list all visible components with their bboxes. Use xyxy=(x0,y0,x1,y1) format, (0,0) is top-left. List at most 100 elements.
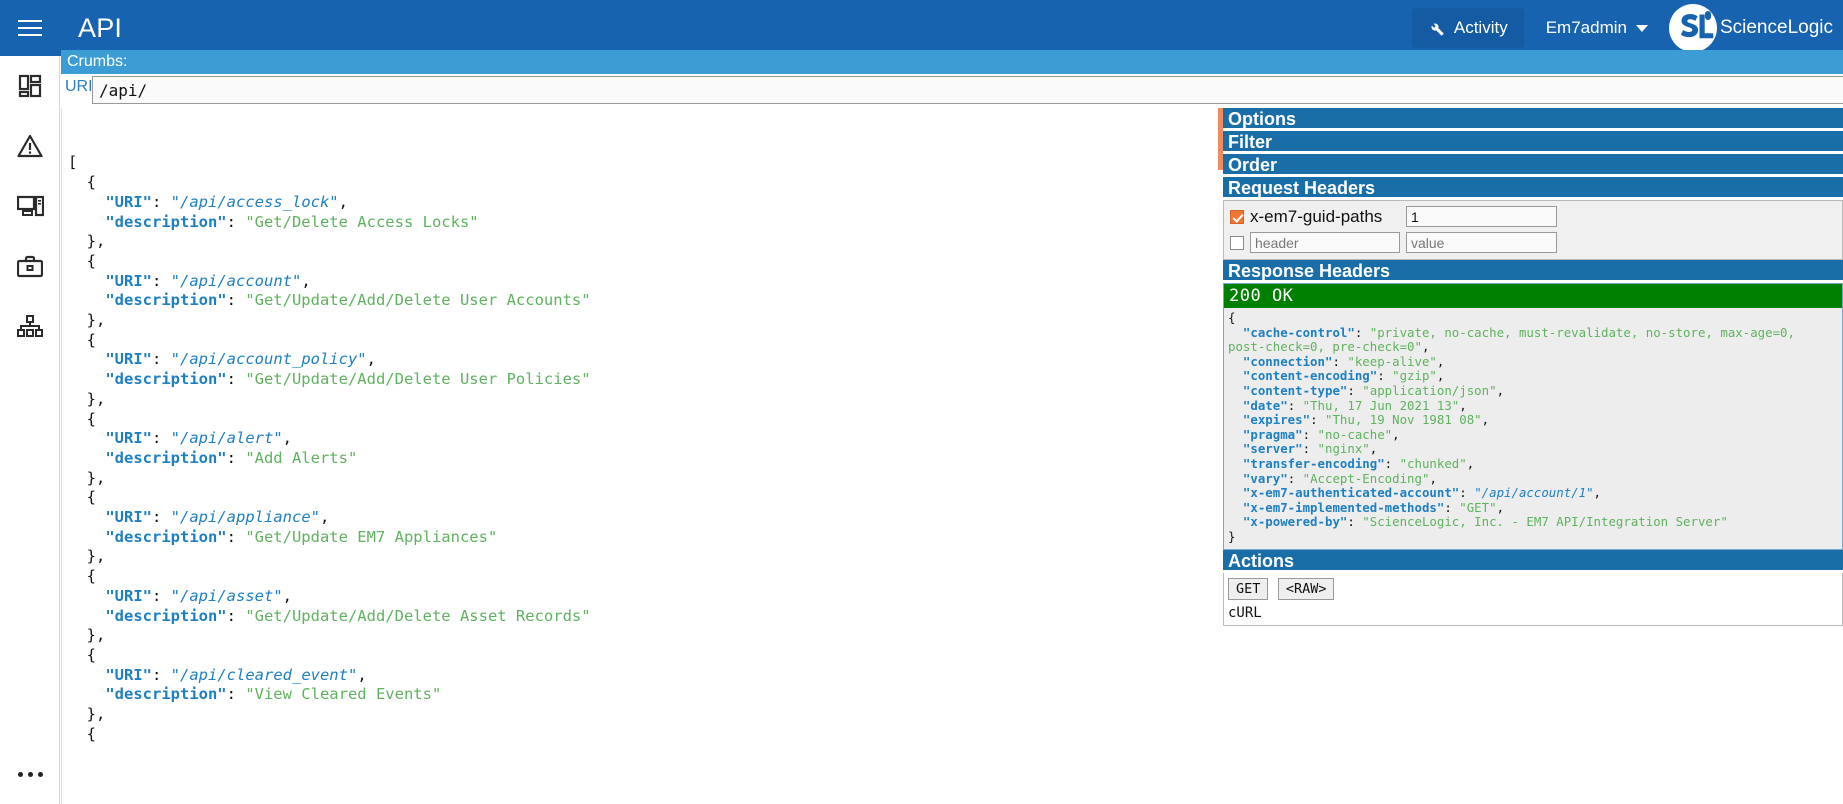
user-menu[interactable]: Em7admin xyxy=(1546,18,1648,38)
code-line: "description": "View Cleared Events" xyxy=(68,685,1217,705)
wrench-icon xyxy=(1431,23,1444,36)
code-token-jkey: "description" xyxy=(68,291,227,310)
code-token-jkey: "connection" xyxy=(1228,353,1333,369)
code-token-jkey: "content-encoding" xyxy=(1228,368,1378,384)
code-line: "x-powered-by": "ScienceLogic, Inc. - EM… xyxy=(1228,515,1837,530)
activity-button[interactable]: Activity xyxy=(1411,8,1524,48)
code-token-jlink[interactable]: "/api/account/1" xyxy=(1474,485,1593,500)
sidebar-item-topology[interactable] xyxy=(0,296,60,356)
code-line: }, xyxy=(68,232,1217,252)
code-token-punct: { xyxy=(68,567,96,586)
code-token-punct: , xyxy=(1593,485,1602,501)
code-token-punct: , xyxy=(357,665,367,684)
code-token-jlink[interactable]: "/api/account" xyxy=(171,272,302,290)
code-token-jkey: "server" xyxy=(1228,441,1303,457)
code-line: "cache-control": "private, no-cache, mus… xyxy=(1228,325,1837,355)
request-header-row-empty xyxy=(1230,232,1836,253)
code-token-jstr: "gzip" xyxy=(1392,368,1437,384)
brand-text: ScienceLogic xyxy=(1719,17,1833,38)
code-token-punct: }, xyxy=(68,468,106,487)
sidebar-item-devices[interactable] xyxy=(0,176,60,236)
code-token-punct: : xyxy=(226,606,246,625)
request-header-checkbox-empty[interactable] xyxy=(1230,235,1244,250)
top-bar: API Activity Em7admin ScienceLogic xyxy=(0,0,1843,56)
code-line: "x-em7-implemented-methods": "GET", xyxy=(1228,499,1837,516)
code-token-jlink[interactable]: "/api/account_policy" xyxy=(171,350,367,368)
sidebar-item-dashboards[interactable] xyxy=(0,56,60,116)
code-line: "description": "Get/Update EM7 Appliance… xyxy=(68,528,1217,548)
code-token-jkey: "URI" xyxy=(68,665,152,684)
section-header-filter[interactable]: Filter xyxy=(1223,131,1843,154)
code-token-jstr: "ScienceLogic, Inc. - EM7 API/Integratio… xyxy=(1362,514,1728,530)
code-token-jlink[interactable]: "/api/alert" xyxy=(171,429,283,447)
devices-icon xyxy=(16,195,44,217)
section-header-response-headers[interactable]: Response Headers xyxy=(1223,260,1843,283)
briefcase-icon xyxy=(17,255,43,277)
code-token-jstr: "Thu, 19 Nov 1981 08" xyxy=(1324,412,1482,428)
code-token-punct: : xyxy=(1287,397,1303,413)
code-token-punct: , xyxy=(1421,339,1430,355)
hamburger-menu-icon[interactable] xyxy=(0,0,60,56)
code-token-jkey: "description" xyxy=(68,527,227,546)
code-token-jlink[interactable]: "/api/appliance" xyxy=(171,508,320,526)
code-token-punct: , xyxy=(366,350,376,369)
code-token-punct: , xyxy=(1481,412,1490,428)
code-line: }, xyxy=(68,390,1217,410)
section-header-options[interactable]: Options xyxy=(1223,108,1843,131)
code-token-jlink[interactable]: "/api/cleared_event" xyxy=(171,666,358,684)
code-token-jkey: "vary" xyxy=(1228,470,1288,486)
request-header-name-label: x-em7-guid-paths xyxy=(1250,206,1383,226)
request-header-name-input[interactable] xyxy=(1250,232,1400,253)
code-token-punct: , xyxy=(1392,426,1400,442)
code-token-jstr: "keep-alive" xyxy=(1347,353,1437,369)
user-name-label: Em7admin xyxy=(1545,18,1627,37)
request-header-value-input[interactable] xyxy=(1406,206,1557,227)
code-token-punct: : xyxy=(226,448,246,467)
code-token-punct: , xyxy=(1496,499,1505,515)
dashboard-icon xyxy=(18,74,42,98)
code-token-jstr: "no-cache" xyxy=(1317,426,1393,442)
code-token-punct: : xyxy=(152,271,171,290)
code-token-punct: }, xyxy=(68,547,106,566)
uri-input[interactable] xyxy=(92,76,1843,104)
activity-label: Activity xyxy=(1453,18,1508,37)
code-line: "pragma": "no-cache", xyxy=(1228,426,1837,443)
code-token-jkey: "x-em7-implemented-methods" xyxy=(1228,499,1445,515)
raw-button[interactable]: <RAW> xyxy=(1277,577,1335,600)
code-token-punct: : xyxy=(226,291,246,310)
chevron-down-icon xyxy=(1635,24,1648,32)
page-title: API xyxy=(78,12,123,43)
sidebar-item-business-services[interactable] xyxy=(0,236,60,296)
status-badge: 200 OK xyxy=(1224,284,1842,308)
code-token-jstr: "chunked" xyxy=(1399,455,1467,471)
code-line: { xyxy=(68,173,1217,193)
code-line: "URI": "/api/account", xyxy=(68,272,1217,292)
get-button[interactable]: GET xyxy=(1228,577,1269,600)
sidebar-item-more[interactable] xyxy=(0,744,60,804)
code-token-jkey: "date" xyxy=(1228,397,1288,413)
code-token-jkey: "content-type" xyxy=(1228,382,1348,398)
section-header-actions[interactable]: Actions xyxy=(1223,549,1843,573)
code-token-punct: : xyxy=(1347,382,1363,398)
code-token-punct: : xyxy=(152,586,171,605)
more-horizontal-icon xyxy=(17,771,43,777)
request-header-value-input-empty[interactable] xyxy=(1406,232,1557,253)
uri-row: URI xyxy=(61,75,1843,107)
code-token-punct: { xyxy=(68,409,96,428)
code-token-jstr: "Get/Update/Add/Delete User Accounts" xyxy=(245,291,591,310)
section-header-order[interactable]: Order xyxy=(1223,154,1843,177)
section-header-request-headers[interactable]: Request Headers xyxy=(1223,177,1843,200)
response-body-viewer[interactable]: [ { "URI": "/api/access_lock", "descript… xyxy=(61,108,1217,804)
code-token-punct: : xyxy=(1459,485,1475,501)
code-token-punct: { xyxy=(68,724,96,743)
code-token-jlink[interactable]: "/api/access_lock" xyxy=(171,193,339,211)
code-token-jlink[interactable]: "/api/asset" xyxy=(171,587,283,605)
request-header-checkbox-enabled[interactable] xyxy=(1230,209,1244,224)
code-line: }, xyxy=(68,705,1217,725)
request-headers-body: x-em7-guid-paths xyxy=(1223,200,1843,260)
code-line: "URI": "/api/cleared_event", xyxy=(68,666,1217,686)
code-token-jstr: "nginx" xyxy=(1317,441,1370,457)
sidebar-item-events[interactable] xyxy=(0,116,60,176)
code-line: "description": "Get/Update/Add/Delete As… xyxy=(68,607,1217,627)
panel-accent-bar xyxy=(1218,108,1223,170)
